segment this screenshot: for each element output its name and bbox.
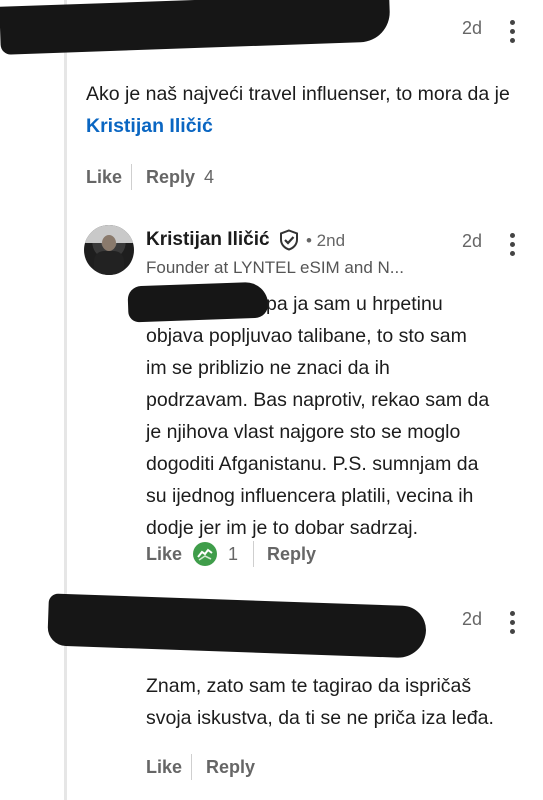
text-line: objava popljuvao talibane, to sto sam xyxy=(146,325,467,347)
text-line: Znam, zato sam te tagirao da ispričaš xyxy=(146,675,472,697)
verified-shield-icon xyxy=(280,229,298,251)
reaction-count: 1 xyxy=(228,544,239,564)
text-line: svoja iskustva, da ti se ne priča iza le… xyxy=(146,707,494,729)
connection-degree: • 2nd xyxy=(306,231,346,250)
comment-body: Ako je naš najveći travel influenser, to… xyxy=(86,83,510,105)
reply-text: pa ja sam u hrpetinu objava popljuvao ta… xyxy=(146,288,526,544)
more-options-icon[interactable] xyxy=(510,20,516,47)
redacted-author xyxy=(47,593,427,659)
text-line: podrzavam. Bas naprotiv, rekao sam da xyxy=(146,389,490,411)
redacted-author xyxy=(0,0,391,55)
reply-button[interactable]: Reply xyxy=(146,167,195,188)
reply-text: Znam, zato sam te tagirao da ispričaš sv… xyxy=(146,670,526,734)
more-options-icon[interactable] xyxy=(510,233,516,260)
divider xyxy=(191,754,192,780)
comment-timestamp: 2d xyxy=(462,231,483,251)
text-line: pa ja sam u hrpetinu xyxy=(266,293,443,315)
reply-button[interactable]: Reply xyxy=(267,544,316,565)
more-options-icon[interactable] xyxy=(510,611,516,638)
like-button[interactable]: Like xyxy=(86,167,122,188)
mention-link[interactable]: Kristijan Iličić xyxy=(86,115,213,137)
text-line: je njihova vlast najgore sto se moglo xyxy=(146,421,461,443)
avatar[interactable] xyxy=(84,225,134,275)
support-reaction-icon[interactable] xyxy=(193,542,217,566)
text-line: im se priblizio ne znaci da ih xyxy=(146,357,390,379)
text-line: dodje jer im je to dobar sadrzaj. xyxy=(146,517,419,539)
divider xyxy=(253,541,254,567)
like-button[interactable]: Like xyxy=(146,544,182,565)
reply-count: 4 xyxy=(204,167,215,187)
reply-button[interactable]: Reply xyxy=(206,757,255,778)
comment-timestamp: 2d xyxy=(462,18,483,38)
comment-timestamp: 2d xyxy=(462,609,483,629)
comment-text: Ako je naš najveći travel influenser, to… xyxy=(86,78,526,142)
author-headline: Founder at LYNTEL eSIM and N... xyxy=(146,258,404,277)
divider xyxy=(131,164,132,190)
like-button[interactable]: Like xyxy=(146,757,182,778)
author-name[interactable]: Kristijan Iličić xyxy=(146,229,270,251)
thread-line xyxy=(64,0,67,800)
text-line: dogoditi Afganistanu. P.S. sumnjam da xyxy=(146,453,479,475)
text-line: su ijednog influencera platili, vecina i… xyxy=(146,485,474,507)
